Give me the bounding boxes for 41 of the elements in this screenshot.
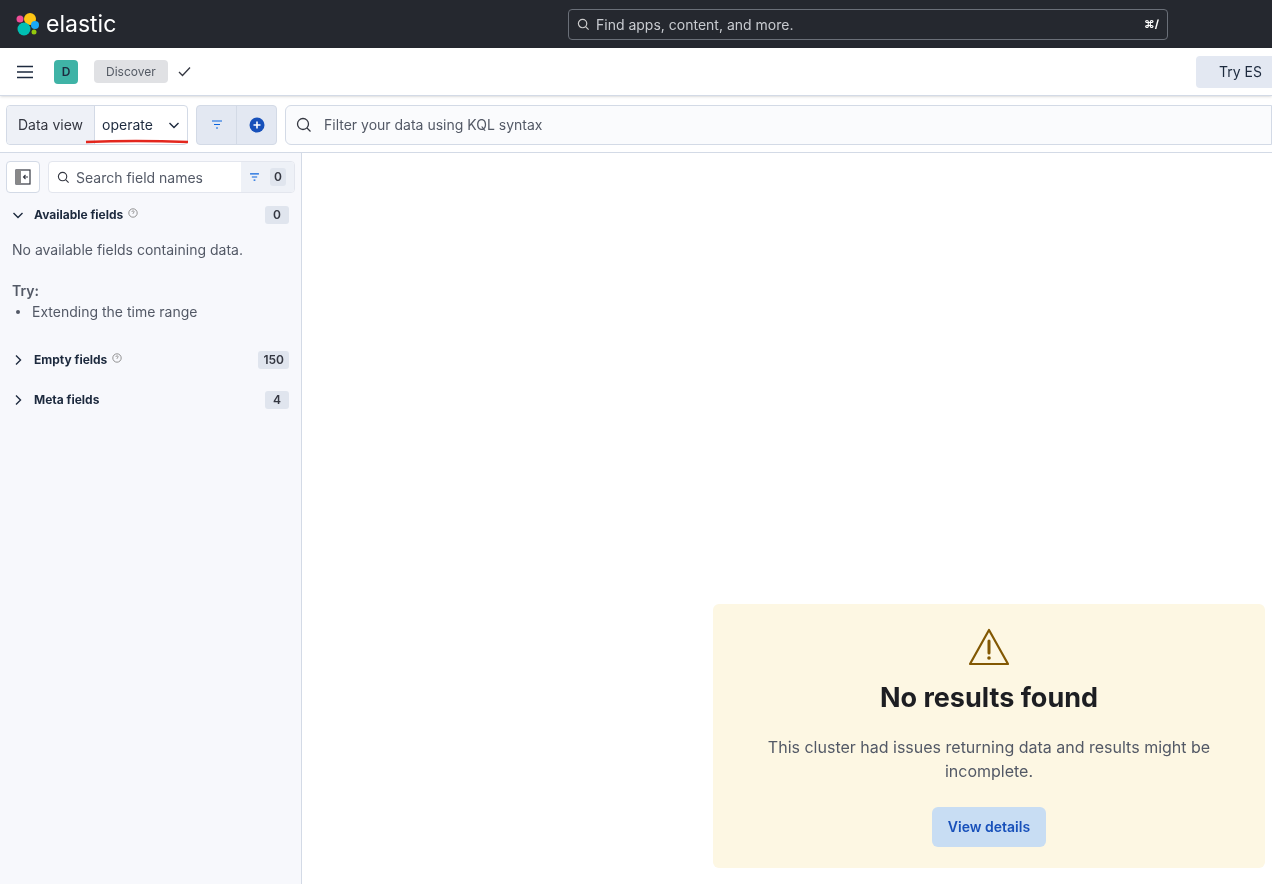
collapse-sidebar-button[interactable]: [6, 161, 40, 193]
field-search-input[interactable]: Search field names: [76, 166, 242, 188]
breadcrumb[interactable]: Discover: [94, 60, 168, 83]
count-badge: 4: [265, 391, 289, 409]
count-badge: 0: [265, 206, 289, 224]
warning-icon: [968, 628, 1010, 666]
menu-icon[interactable]: [16, 64, 34, 79]
data-view-value: operate: [102, 115, 153, 135]
data-view-label: Data view: [7, 105, 96, 144]
field-search[interactable]: Search field names 0: [48, 161, 295, 193]
count-badge: 150: [258, 351, 289, 369]
filter-icon[interactable]: [210, 120, 223, 129]
add-icon[interactable]: [248, 116, 265, 133]
data-view-picker[interactable]: Data view operate: [6, 104, 188, 145]
logo-icon: [14, 11, 40, 37]
callout-body: This cluster had issues returning data and results might be incomplete.: [766, 735, 1212, 783]
query-field[interactable]: Filter your data using KQL syntax: [285, 104, 1272, 145]
filter-icon: [249, 173, 261, 181]
query-input[interactable]: Filter your data using KQL syntax: [324, 114, 1261, 135]
field-filter-button[interactable]: 0: [241, 162, 294, 192]
space-avatar[interactable]: D: [54, 59, 78, 84]
search-icon: [577, 17, 590, 31]
check-icon[interactable]: [177, 66, 191, 77]
filter-count: 0: [270, 168, 286, 186]
logo-text: elastic: [46, 12, 117, 36]
try-label: Try:: [12, 281, 40, 301]
suggestion-text: Extending the time range: [32, 302, 198, 322]
section-title[interactable]: Meta fields: [34, 391, 100, 409]
empty-message: No available fields containing data.: [12, 240, 244, 260]
section-title[interactable]: Empty fields: [34, 351, 108, 369]
view-details-button[interactable]: View details: [931, 806, 1047, 847]
callout-title: No results found: [879, 680, 1099, 716]
global-search-field[interactable]: Find apps, content, and more. ⌘/: [568, 8, 1168, 40]
bullet-icon: [16, 309, 20, 314]
sidebar-collapse-icon: [15, 169, 31, 185]
section-title[interactable]: Available fields: [34, 206, 124, 224]
global-search-input[interactable]: Find apps, content, and more.: [596, 13, 1139, 35]
try-button[interactable]: Try ES: [1196, 55, 1272, 88]
shortcut-hint: ⌘/: [1144, 15, 1159, 33]
search-icon: [296, 116, 312, 133]
search-icon: [57, 170, 70, 184]
